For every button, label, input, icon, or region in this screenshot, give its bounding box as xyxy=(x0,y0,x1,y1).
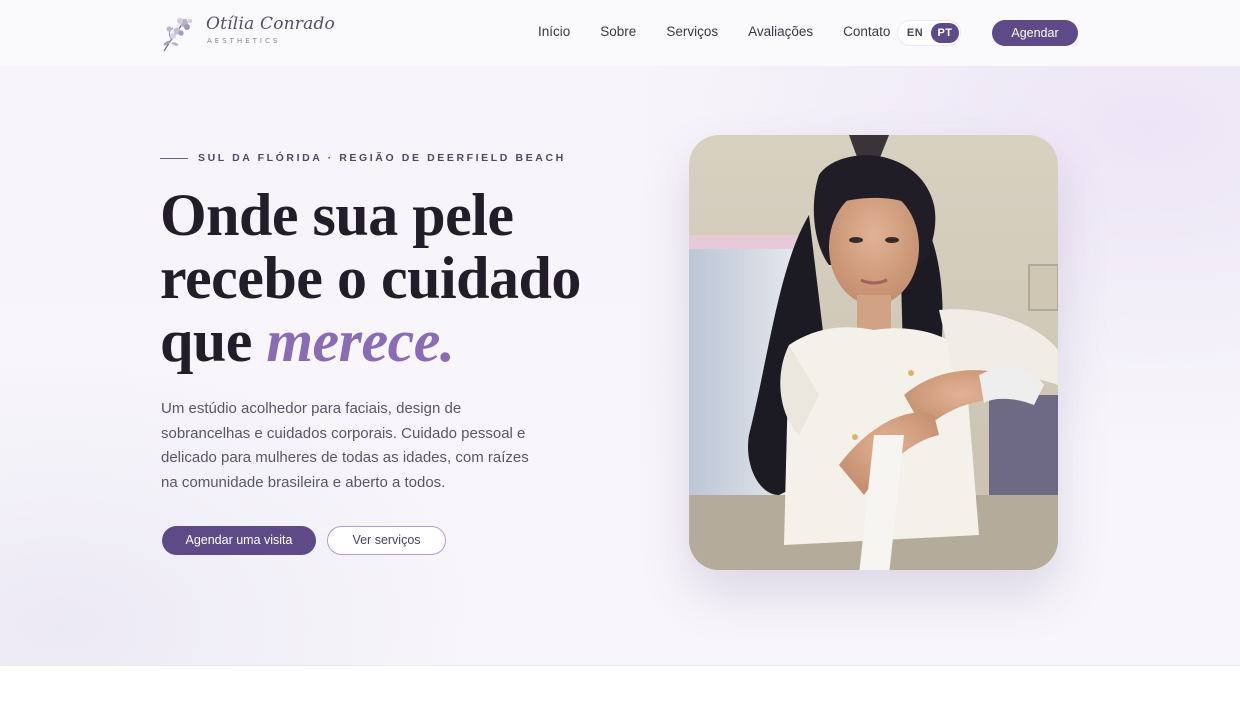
page: Otília Conrado AESTHETICS Início Sobre S… xyxy=(0,0,1240,704)
nav-item-sobre[interactable]: Sobre xyxy=(600,24,636,42)
nav-item-inicio[interactable]: Início xyxy=(538,24,570,42)
hero-section: SUL DA FLÓRIDA · REGIÃO DE DEERFIELD BEA… xyxy=(0,66,1240,666)
brand-logo[interactable]: Otília Conrado AESTHETICS xyxy=(160,12,335,54)
hero-eyebrow: SUL DA FLÓRIDA · REGIÃO DE DEERFIELD BEA… xyxy=(160,151,566,165)
header-book-button[interactable]: Agendar xyxy=(992,20,1078,46)
site-header: Otília Conrado AESTHETICS Início Sobre S… xyxy=(0,0,1240,66)
headline-line-1: Onde sua pele xyxy=(160,182,514,248)
eyebrow-text: SUL DA FLÓRIDA · REGIÃO DE DEERFIELD BEA… xyxy=(198,152,566,164)
hero-headline: Onde sua pele recebe o cuidado que merec… xyxy=(160,184,620,373)
eyebrow-divider xyxy=(160,157,188,159)
nav-item-servicos[interactable]: Serviços xyxy=(666,24,718,42)
nav-item-avaliacoes[interactable]: Avaliações xyxy=(748,24,813,42)
language-toggle: EN PT xyxy=(897,20,961,46)
book-visit-button[interactable]: Agendar uma visita xyxy=(162,526,316,555)
headline-accent: merece. xyxy=(266,308,455,374)
language-option-pt[interactable]: PT xyxy=(931,23,959,43)
nav-item-contato[interactable]: Contato xyxy=(843,24,890,42)
headline-line-2: recebe o cuidado xyxy=(160,245,581,311)
main-nav: Início Sobre Serviços Avaliações Contato xyxy=(538,24,890,42)
view-services-button[interactable]: Ver serviços xyxy=(327,526,446,555)
headline-line-3: que xyxy=(160,308,252,374)
brand-name: Otília Conrado xyxy=(206,14,335,34)
language-option-en[interactable]: EN xyxy=(901,23,929,43)
floral-logo-icon xyxy=(163,18,192,52)
brand-tagline: AESTHETICS xyxy=(207,37,281,45)
hero-description: Um estúdio acolhedor para faciais, desig… xyxy=(161,400,529,491)
hero-portrait-photo xyxy=(689,135,1058,570)
portrait-illustration xyxy=(689,135,1058,570)
